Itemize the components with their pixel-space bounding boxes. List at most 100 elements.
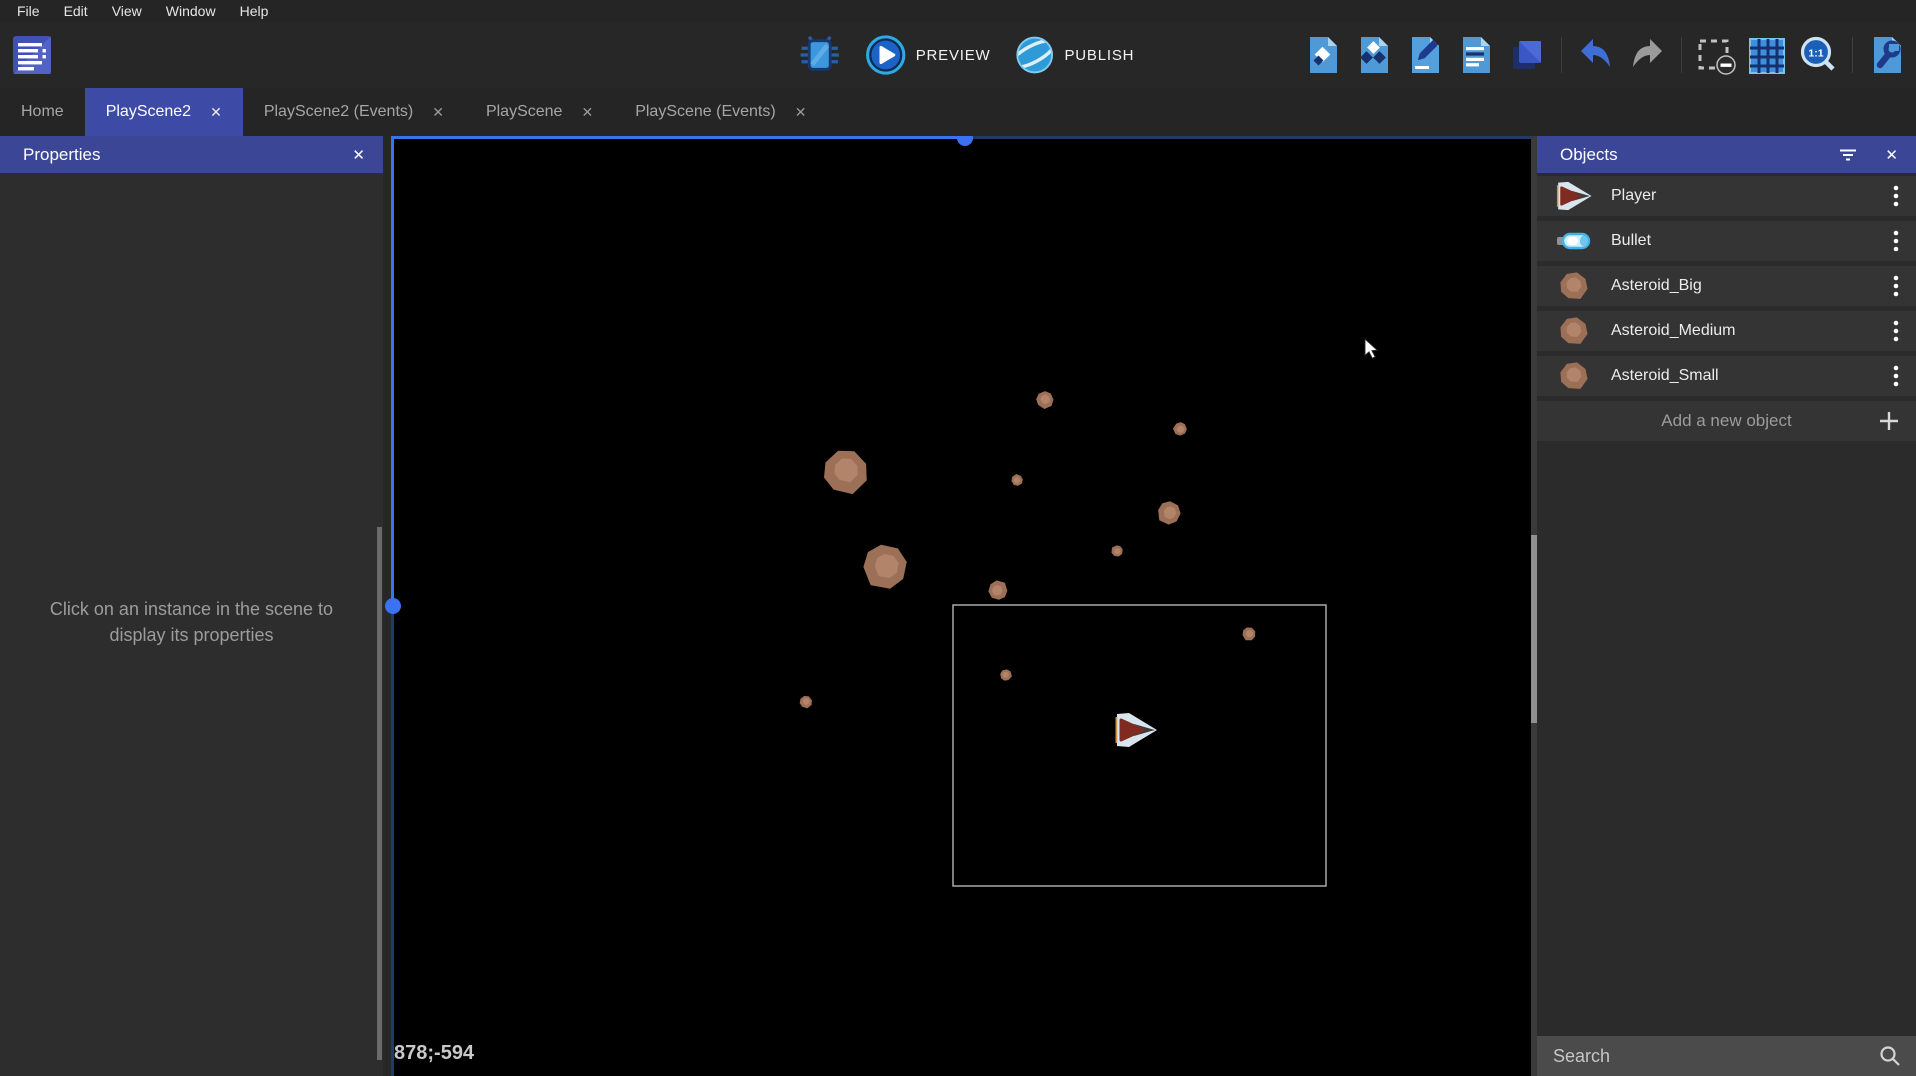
properties-panel-title: Properties (15, 145, 349, 165)
svg-text:1:1: 1:1 (1808, 48, 1823, 60)
object-row-bullet[interactable]: Bullet (1537, 221, 1916, 261)
undo-icon[interactable] (1575, 34, 1617, 76)
object-menu-icon[interactable] (1876, 229, 1916, 253)
bullet-icon (1537, 228, 1611, 254)
scene-border-handle-left[interactable] (385, 598, 401, 614)
properties-panel-header: Properties ✕ (0, 136, 383, 173)
object-name: Bullet (1611, 232, 1876, 250)
debug-icon[interactable] (798, 33, 842, 77)
menu-edit[interactable]: Edit (52, 0, 100, 22)
asteroid-icon (1537, 361, 1611, 391)
tab-playscene-events-[interactable]: PlayScene (Events) ✕ (614, 88, 827, 136)
instances-icon[interactable] (1506, 34, 1548, 76)
object-name: Asteroid_Big (1611, 277, 1876, 295)
menu-help[interactable]: Help (228, 0, 281, 22)
doc-cube-glyph (1302, 34, 1344, 76)
grid-glyph (1746, 34, 1788, 76)
gdevelop-window: FileEditViewWindowHelp (0, 0, 1916, 1076)
tab-home[interactable]: Home (0, 88, 85, 136)
toolbar-divider (1681, 37, 1682, 73)
toolbar-divider (1852, 37, 1853, 73)
publish-globe-icon (1013, 34, 1055, 76)
search-input[interactable] (1551, 1045, 1878, 1068)
publish-button[interactable]: PUBLISH (1013, 34, 1134, 76)
close-icon[interactable]: ✕ (349, 146, 368, 164)
object-name: Asteroid_Small (1611, 367, 1876, 385)
tab-close-icon[interactable]: ✕ (432, 104, 444, 121)
menu-view[interactable]: View (100, 0, 154, 22)
add-object-label: Add a new object (1661, 411, 1791, 431)
deselect-icon[interactable] (1695, 34, 1737, 76)
tab-label: Home (21, 103, 64, 121)
object-menu-icon[interactable] (1876, 319, 1916, 343)
object-menu-icon[interactable] (1876, 274, 1916, 298)
asteroid-icon (1537, 316, 1611, 346)
tab-playscene2-events-[interactable]: PlayScene2 (Events) ✕ (243, 88, 465, 136)
project-manager-glyph (12, 35, 52, 75)
tab-playscene[interactable]: PlayScene ✕ (465, 88, 614, 136)
menu-file[interactable]: File (5, 0, 52, 22)
tab-bar: HomePlayScene2✕PlayScene2 (Events)✕PlayS… (0, 88, 1916, 136)
scene-canvas[interactable] (383, 136, 1531, 1076)
object-menu-icon[interactable] (1876, 184, 1916, 208)
object-row-asteroid_small[interactable]: Asteroid_Small (1537, 356, 1916, 396)
tab-close-icon[interactable]: ✕ (795, 104, 807, 121)
plus-icon (1877, 409, 1901, 438)
object-row-player[interactable]: Player (1537, 176, 1916, 216)
objects-panel: Objects ✕ Player Bullet Asteroid_Big Astero… (1537, 136, 1916, 1076)
redo-arrow-glyph (1626, 34, 1668, 76)
redo-icon[interactable] (1626, 34, 1668, 76)
objects-list: Player Bullet Asteroid_Big Asteroid_Medium A… (1537, 176, 1916, 396)
grid-icon[interactable] (1746, 34, 1788, 76)
tab-label: PlayScene (486, 103, 563, 121)
cursor-coordinates: 878;-594 (394, 1042, 474, 1065)
toolbar-divider (1561, 37, 1562, 73)
preview-button[interactable]: PREVIEW (865, 34, 991, 76)
scene-background[interactable] (391, 136, 1531, 1076)
object-row-asteroid_big[interactable]: Asteroid_Big (1537, 266, 1916, 306)
project-manager-icon[interactable] (12, 35, 52, 75)
add-object-button[interactable]: Add a new object (1537, 401, 1916, 441)
dashed-selection-glyph (1695, 34, 1737, 76)
undo-arrow-glyph (1575, 34, 1617, 76)
tab-label: PlayScene (Events) (635, 103, 776, 121)
zoom-original-icon[interactable]: 1:1 (1797, 34, 1839, 76)
object-name: Player (1611, 187, 1876, 205)
tab-close-icon[interactable]: ✕ (581, 104, 593, 121)
objects-search-bar (1537, 1036, 1916, 1076)
objects-editor-icon[interactable] (1302, 34, 1344, 76)
tab-playscene2[interactable]: PlayScene2 ✕ (85, 88, 243, 136)
search-icon (1878, 1044, 1902, 1068)
properties-icon[interactable] (1404, 34, 1446, 76)
filter-icon[interactable] (1838, 147, 1858, 163)
asteroid-icon (1537, 271, 1611, 301)
close-icon[interactable]: ✕ (1882, 146, 1901, 164)
properties-empty-message: Click on an instance in the scene to dis… (47, 596, 337, 648)
layers-icon[interactable] (1455, 34, 1497, 76)
tab-close-icon[interactable]: ✕ (210, 104, 222, 121)
canvas-left-scrollbar[interactable] (377, 527, 382, 1060)
objects-panel-header: Objects ✕ (1537, 136, 1916, 173)
doc-cubes-glyph (1353, 34, 1395, 76)
bug-glyph (798, 33, 842, 77)
scene-settings-icon[interactable] (1866, 34, 1908, 76)
object-row-asteroid_medium[interactable]: Asteroid_Medium (1537, 311, 1916, 351)
tab-label: PlayScene2 (106, 103, 191, 121)
object-name: Asteroid_Medium (1611, 322, 1876, 340)
menu-bar: FileEditViewWindowHelp (0, 0, 1916, 22)
wrench-doc-glyph (1866, 34, 1908, 76)
publish-label: PUBLISH (1064, 47, 1134, 64)
objects-panel-title: Objects (1552, 145, 1838, 165)
player-ship-icon (1537, 180, 1611, 212)
preview-label: PREVIEW (916, 47, 991, 64)
one-to-one-magnifier-glyph: 1:1 (1797, 34, 1839, 76)
layers-stack-glyph (1506, 34, 1548, 76)
doc-list-glyph (1455, 34, 1497, 76)
tab-label: PlayScene2 (Events) (264, 103, 413, 121)
object-groups-icon[interactable] (1353, 34, 1395, 76)
toolbar: PREVIEW PUBLISH (0, 22, 1916, 88)
object-menu-icon[interactable] (1876, 364, 1916, 388)
menu-window[interactable]: Window (154, 0, 228, 22)
doc-pencil-glyph (1404, 34, 1446, 76)
properties-panel: Properties ✕ Click on an instance in the… (0, 136, 383, 1076)
